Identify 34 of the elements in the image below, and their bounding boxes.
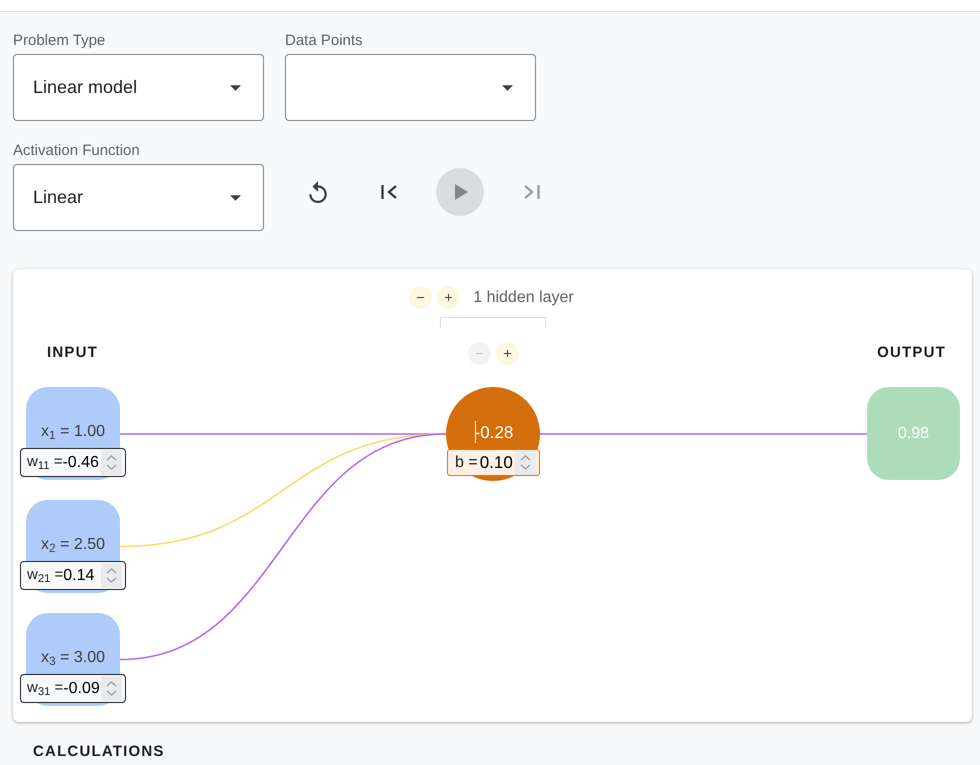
spinner-arrows-icon [101, 563, 122, 588]
output-node: 0.98 [867, 387, 960, 480]
input-node-text: x$_{3}$ = 3.00 [40, 648, 106, 669]
dropdown-caret-icon [230, 84, 241, 90]
weight-field[interactable]: w$_{31}$ =-0.09 [20, 674, 126, 703]
dropdown[interactable] [285, 54, 536, 121]
neuron-value: -0.28 [474, 423, 514, 442]
circular-arrow-icon [308, 181, 328, 203]
plus-icon [443, 292, 454, 303]
add-button[interactable] [496, 342, 519, 365]
section-heading: CALCULATIONS [33, 743, 165, 760]
dropdown-caret-icon [502, 84, 513, 90]
weight-field[interactable]: w$_{11}$ =-0.46 [20, 448, 126, 477]
step-forward-icon [522, 185, 540, 199]
dropdown[interactable]: Linear [13, 164, 264, 231]
column-heading: INPUT [47, 343, 98, 363]
input-node-text: x$_{2}$ = 2.50 [40, 535, 106, 556]
bias-field[interactable]: b =0.10 [447, 449, 540, 476]
weight-field[interactable]: w$_{21}$ =0.14 [20, 561, 126, 590]
dropdown[interactable]: Linear model [13, 54, 264, 121]
input-node-text: x$_{1}$ = 1.00 [40, 422, 106, 443]
step-back-icon [380, 185, 398, 199]
dropdown-caret-icon [230, 194, 241, 200]
column-heading: OUTPUT [877, 343, 946, 363]
plus-icon [502, 348, 513, 359]
field-label: Data Points [285, 31, 364, 51]
add-button[interactable] [437, 286, 460, 309]
spinner-arrows-icon [515, 450, 536, 475]
play-icon [455, 184, 468, 200]
field-label: Activation Function [13, 141, 141, 161]
spinner-arrows-icon [101, 676, 122, 701]
spinner-arrows-icon [101, 450, 122, 475]
field-label: Problem Type [13, 31, 106, 51]
layer-count: 1 hidden layer [473, 288, 574, 308]
